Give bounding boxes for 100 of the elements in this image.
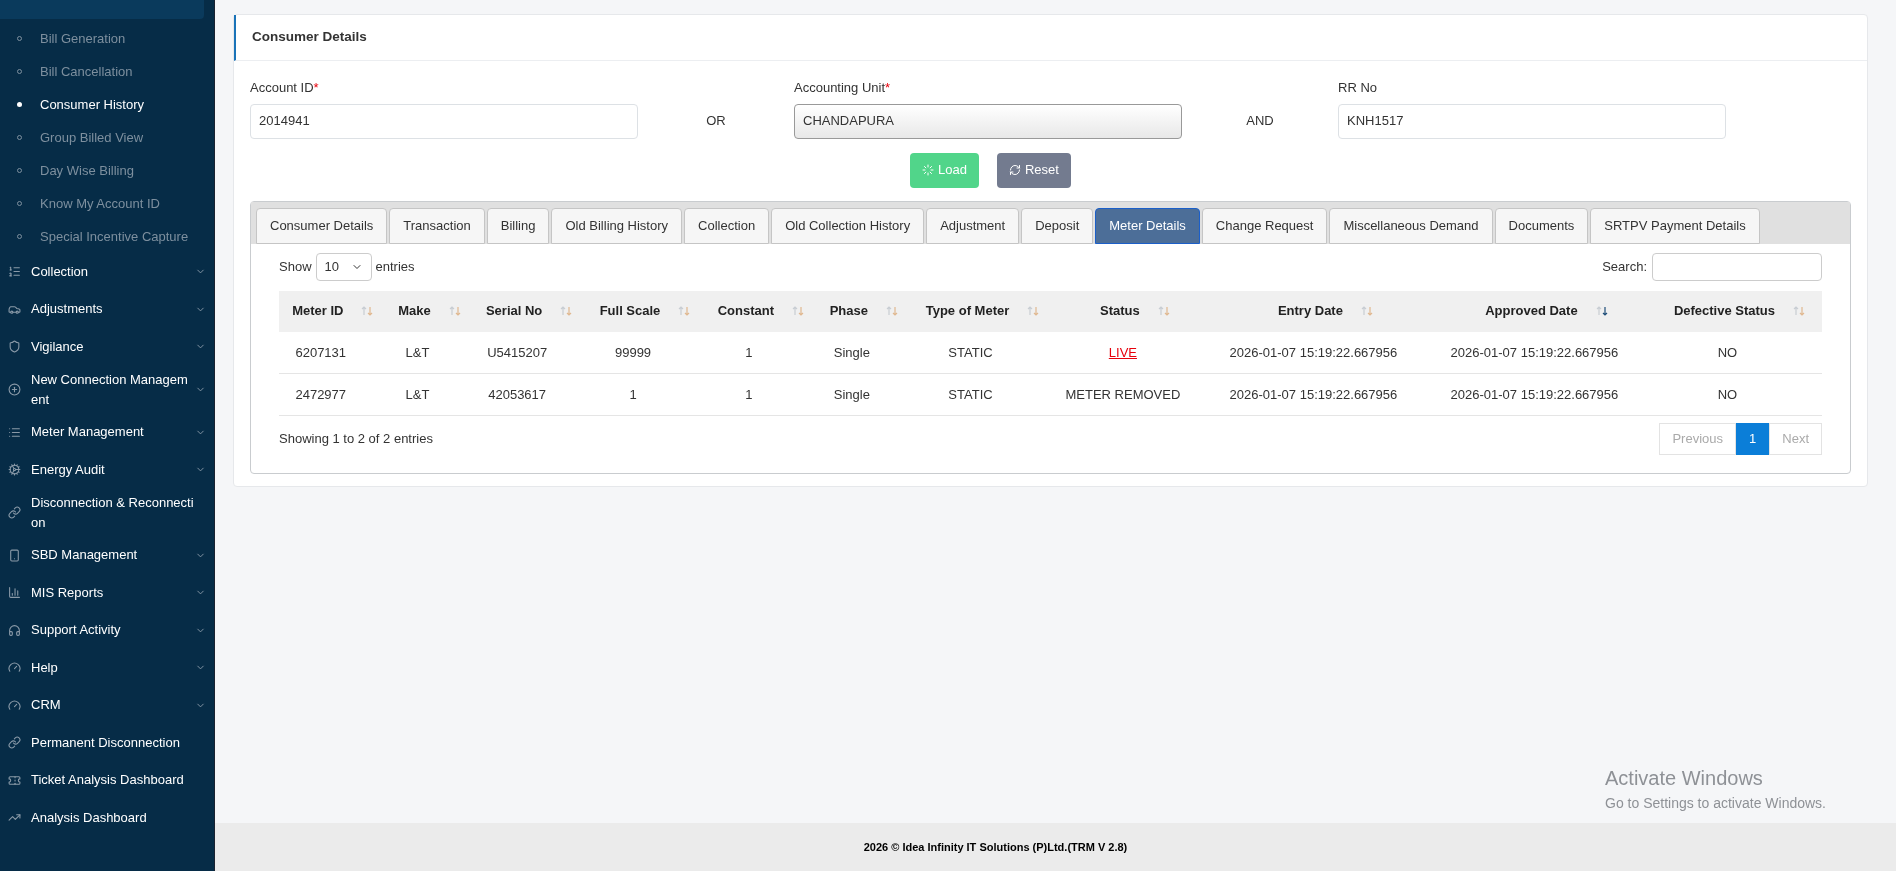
sidebar-item[interactable]: Analysis Dashboard (0, 799, 214, 837)
tab[interactable]: Collection (684, 207, 770, 244)
search-field[interactable] (1652, 252, 1822, 281)
required-mark: * (885, 79, 891, 97)
table-cell: Single (833, 386, 870, 402)
table-cell: NO (1717, 344, 1738, 360)
table-cell: L&T (405, 386, 430, 402)
submenu-item[interactable]: Group Billed View (0, 121, 214, 154)
table-cell: 6207131 (295, 344, 347, 360)
tab[interactable]: Transaction (389, 207, 485, 244)
select-field[interactable]: CHANDAPURA (794, 103, 1182, 139)
required-mark: * (313, 79, 319, 97)
submenu-item[interactable]: Bill Generation (0, 22, 214, 55)
gear-icon (8, 463, 21, 477)
table-cell: 1 (745, 344, 753, 360)
tab[interactable]: Meter Details (1095, 207, 1200, 244)
shield-icon (8, 340, 21, 354)
column-header[interactable]: Entry Date (1214, 290, 1436, 332)
sidebar-item[interactable]: New Connection Management (0, 365, 214, 414)
submenu-item[interactable]: Bill Cancellation (0, 55, 214, 88)
submenu-item[interactable]: Consumer History (0, 88, 214, 121)
tab[interactable]: Deposit (1021, 207, 1094, 244)
table-cell: STATIC (948, 344, 993, 360)
table-cell: 2026-01-07 15:19:22.667956 (1450, 386, 1619, 402)
input-field[interactable]: 2014941 (250, 103, 638, 139)
show-label: Show (279, 257, 312, 276)
table-cell: 2026-01-07 15:19:22.667956 (1450, 344, 1619, 360)
sidebar-item[interactable]: Permanent Disconnection (0, 724, 214, 762)
submenu-item[interactable]: Special Incentive Capture (0, 220, 214, 253)
table-cell: U5415207 (487, 344, 548, 360)
bullet-icon (17, 102, 22, 107)
sidebar-item[interactable]: Disconnection & Reconnection (0, 488, 214, 537)
card-title: Consumer Details (252, 28, 367, 47)
field-label: RR No (1338, 79, 1377, 97)
sidebar-item[interactable]: Collection (0, 253, 214, 291)
column-header[interactable]: Defective Status (1656, 290, 1822, 332)
gauge-icon (8, 698, 21, 712)
sidebar-item[interactable]: Vigilance (0, 328, 214, 366)
reset-button[interactable]: Reset (996, 152, 1071, 188)
table-cell: 2026-01-07 15:19:22.667956 (1229, 344, 1398, 360)
headphones-icon (8, 623, 21, 637)
sidebar-item[interactable]: Adjustments (0, 290, 214, 328)
list-icon (8, 425, 21, 439)
plus-circle-icon (8, 383, 21, 396)
sidebar-item[interactable]: Energy Audit (0, 451, 214, 489)
list-icon (8, 265, 21, 279)
column-header[interactable]: Status (1054, 290, 1215, 332)
watermark-title: Activate Windows (1605, 766, 1764, 791)
tab[interactable]: Consumer Details (256, 207, 388, 244)
column-header[interactable]: Meter ID (279, 290, 387, 332)
column-header[interactable]: Type of Meter (910, 290, 1055, 332)
status-link[interactable]: LIVE (1108, 344, 1137, 360)
search-label: Search: (1602, 257, 1647, 276)
link-icon (8, 506, 21, 519)
watermark-subtitle: Go to Settings to activate Windows. (1605, 794, 1826, 813)
sidebar-item[interactable]: Help (0, 649, 214, 687)
sidebar-item[interactable]: SBD Management (0, 536, 214, 574)
table-cell: METER REMOVED (1065, 386, 1181, 402)
link-icon (8, 736, 21, 750)
column-header[interactable]: Make (386, 290, 473, 332)
column-header[interactable]: Approved Date (1435, 290, 1657, 332)
table-cell: Single (833, 344, 870, 360)
gauge-icon (8, 661, 21, 675)
bar-chart-icon (8, 586, 21, 600)
entries-label: entries (375, 257, 415, 276)
field-label: Account ID (250, 79, 314, 97)
tab[interactable]: SRTPV Payment Details (1590, 207, 1760, 244)
sidebar-item[interactable]: Support Activity (0, 611, 214, 649)
table-cell: L&T (405, 344, 430, 360)
tab[interactable]: Old Collection History (771, 207, 925, 244)
tab[interactable]: Miscellaneous Demand (1329, 207, 1493, 244)
tab[interactable]: Change Request (1201, 207, 1328, 244)
connector-label: AND (1245, 112, 1275, 130)
input-field[interactable]: KNH1517 (1338, 103, 1726, 139)
phone-icon (8, 548, 21, 562)
column-header[interactable]: Phase (817, 290, 911, 332)
pagination-button[interactable]: 1 (1736, 423, 1770, 455)
column-header[interactable]: Constant (704, 290, 818, 332)
sidebar-item[interactable]: CRM (0, 686, 214, 724)
submenu-item[interactable]: Know My Account ID (0, 187, 214, 220)
tab[interactable]: Adjustment (926, 207, 1020, 244)
tab[interactable]: Old Billing History (551, 207, 683, 244)
column-header[interactable]: Full Scale (585, 290, 705, 332)
ticket-icon (8, 773, 21, 787)
table-cell: STATIC (948, 386, 993, 402)
tab[interactable]: Documents (1494, 207, 1589, 244)
connector-label: OR (705, 112, 727, 130)
sidebar-item[interactable]: Meter Management (0, 413, 214, 451)
footer-text: 2026 © Idea Infinity IT Solutions (P)Ltd.(TRM V 2.8) (863, 839, 1128, 855)
table-cell: 42053617 (488, 386, 547, 402)
entries-select[interactable]: 10 (315, 252, 372, 281)
field-label: Accounting Unit (794, 79, 886, 97)
tab[interactable]: Billing (486, 207, 550, 244)
sidebar-item[interactable]: MIS Reports (0, 574, 214, 612)
sidebar-item[interactable]: Ticket Analysis Dashboard (0, 761, 214, 799)
table-cell: 99999 (614, 344, 652, 360)
table-cell: 1 (629, 386, 637, 402)
submenu-item[interactable]: Day Wise Billing (0, 154, 214, 187)
spinner-icon (922, 164, 935, 176)
column-header[interactable]: Serial No (472, 290, 586, 332)
